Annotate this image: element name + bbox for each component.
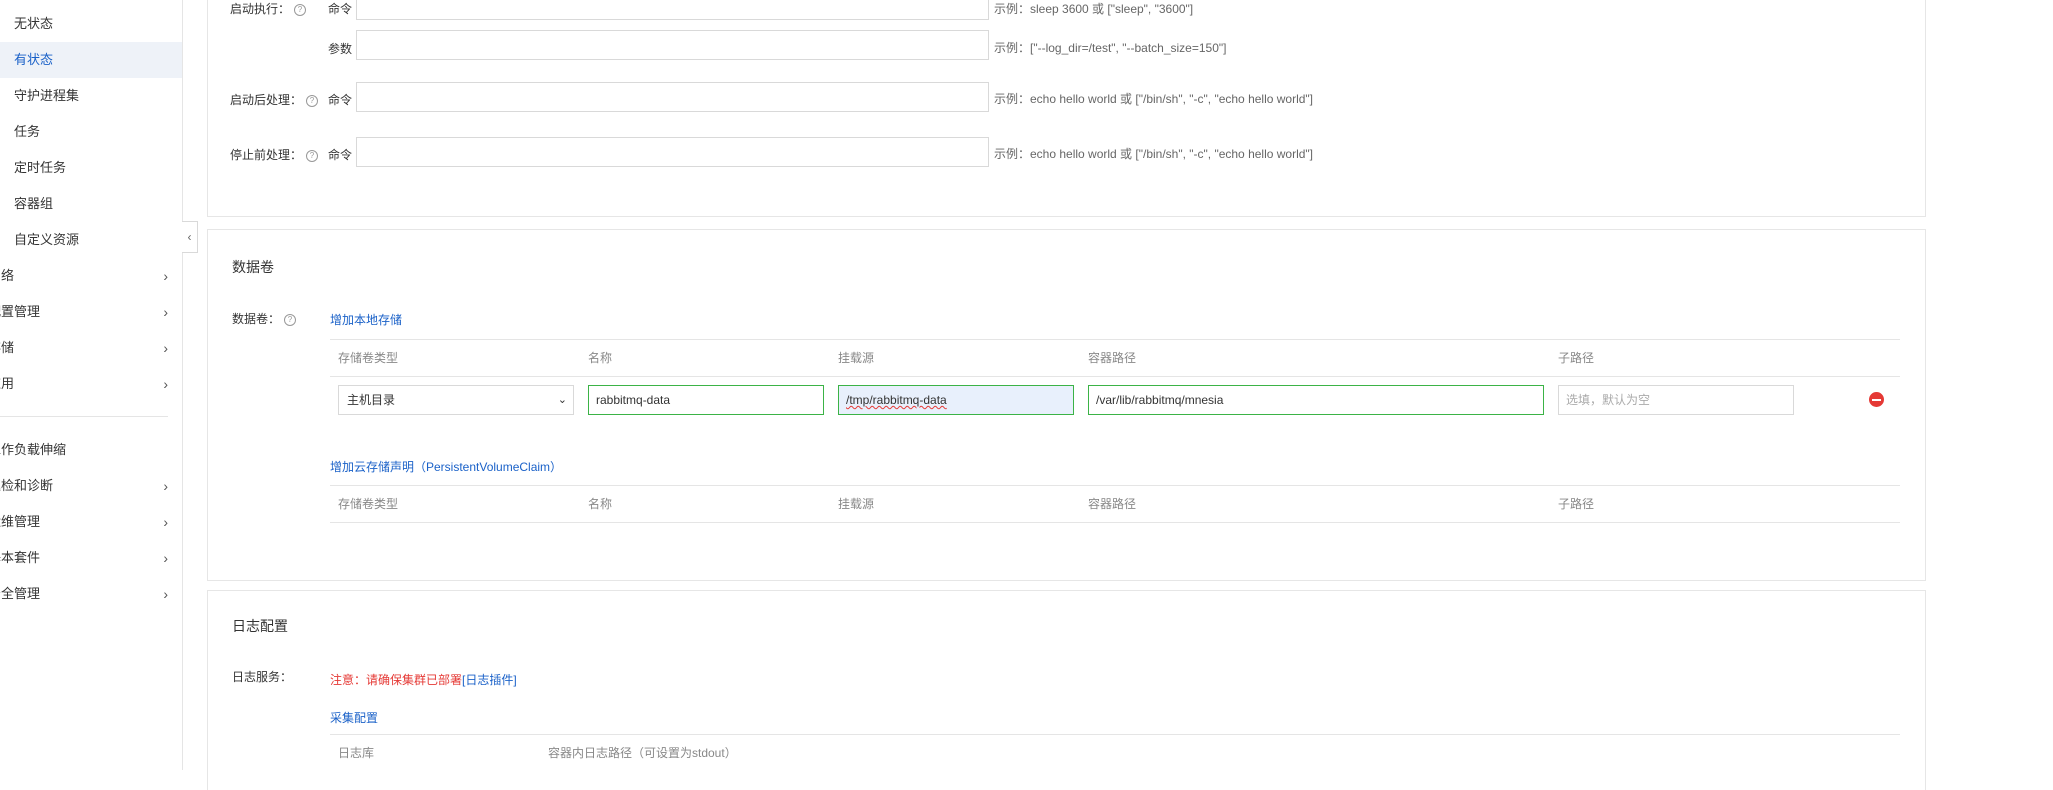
sidebar-item-label: 安全管理: [0, 586, 41, 601]
log-table-header: 日志库 容器内日志路径（可设置为stdout）: [330, 734, 1900, 772]
sidebar-item-label: 运维管理: [0, 514, 41, 529]
chevron-right-icon: ›: [163, 376, 168, 392]
prestop-command-input[interactable]: [356, 137, 989, 167]
chevron-down-icon: ⌄: [557, 394, 567, 406]
column-header: 名称: [588, 351, 613, 365]
volume-name-input[interactable]: rabbitmq-data: [588, 385, 824, 415]
volume-type-select[interactable]: 主机目录 ⌄: [338, 385, 574, 415]
sidebar-item-label: 任务: [14, 124, 41, 139]
question-circle-icon[interactable]: ?: [284, 314, 297, 326]
start-command-input[interactable]: [356, 0, 989, 20]
sidebar-item-config[interactable]: 配置管理 ›: [0, 294, 170, 330]
local-storage-table-header: 存储卷类型 名称 挂载源 容器路径 子路径: [330, 339, 1900, 377]
sidebar-item-cronjobs[interactable]: 定时任务: [0, 150, 182, 186]
command-label: 命令: [328, 148, 353, 162]
log-plugin-warning: 注意：请确保集群已部署[日志插件]: [330, 673, 517, 687]
start-args-hint: 示例：["--log_dir=/test", "--batch_size=150…: [994, 41, 1227, 55]
chevron-left-icon: ‹: [187, 230, 192, 244]
minus-circle-icon[interactable]: [1869, 392, 1884, 407]
column-header: 名称: [588, 497, 613, 511]
log-plugin-link[interactable]: [日志插件]: [462, 673, 517, 687]
volumes-section-title: 数据卷: [232, 259, 274, 275]
column-header: 子路径: [1558, 351, 1595, 365]
column-header: 存储卷类型: [338, 351, 399, 365]
pvc-table-header: 存储卷类型 名称 挂载源 容器路径 子路径: [330, 485, 1900, 523]
column-header: 容器路径: [1088, 497, 1137, 511]
start-exec-label: 启动执行：?: [230, 0, 307, 17]
sidebar-item-label: 基本套件: [0, 550, 41, 565]
sidebar-item-jobs[interactable]: 任务: [0, 114, 182, 150]
lifecycle-panel: 启动执行：? 命令 示例：sleep 3600 或 ["sleep", "360…: [207, 0, 1926, 217]
start-args-input[interactable]: [356, 30, 989, 60]
sidebar-item-security[interactable]: 安全管理 ›: [0, 576, 170, 612]
sidebar-item-label: 网络: [0, 268, 15, 283]
container-path-input[interactable]: /var/lib/rabbitmq/mnesia: [1088, 385, 1544, 415]
sidebar-item-pods[interactable]: 容器组: [0, 186, 182, 222]
chevron-right-icon: ›: [163, 550, 168, 566]
sidebar-item-autoscaling[interactable]: 工作负载伸缩: [0, 432, 170, 468]
chevron-right-icon: ›: [163, 586, 168, 602]
sidebar-item-label: 定时任务: [14, 160, 67, 175]
sidebar-item-label: 容器组: [14, 196, 54, 211]
sidebar-item-label: 巡检和诊断: [0, 478, 54, 493]
sidebar-item-label: 工作负载伸缩: [0, 442, 67, 457]
sidebar-divider: [0, 416, 168, 417]
column-header: 子路径: [1558, 497, 1595, 511]
start-command-hint: 示例：sleep 3600 或 ["sleep", "3600"]: [994, 2, 1194, 16]
mount-source-value: /tmp/rabbitmq-data: [846, 393, 947, 407]
question-circle-icon[interactable]: ?: [306, 150, 319, 162]
sidebar-item-inspection[interactable]: 巡检和诊断 ›: [0, 468, 170, 504]
logging-panel: 日志配置 日志服务： 注意：请确保集群已部署[日志插件] 采集配置 日志库 容器…: [207, 590, 1926, 790]
column-header: 日志库: [338, 746, 375, 760]
sidebar-item-custom-resources[interactable]: 自定义资源: [0, 222, 182, 258]
sidebar-item-label: 无状态: [14, 16, 54, 31]
sidebar-item-label: 应用: [0, 376, 15, 391]
poststart-hint: 示例：echo hello world 或 ["/bin/sh", "-c", …: [994, 92, 1314, 106]
subpath-input[interactable]: 选填，默认为空: [1558, 385, 1794, 415]
sidebar-item-addons[interactable]: 基本套件 ›: [0, 540, 170, 576]
volumes-field-label: 数据卷：?: [232, 310, 297, 327]
question-circle-icon[interactable]: ?: [306, 95, 319, 107]
logging-section-title: 日志配置: [232, 618, 288, 634]
prestop-label: 停止前处理：?: [230, 146, 319, 163]
chevron-right-icon: ›: [163, 514, 168, 530]
chevron-right-icon: ›: [163, 268, 168, 284]
sidebar-item-stateful[interactable]: 有状态: [0, 42, 182, 78]
command-label: 命令: [328, 93, 353, 107]
sidebar-item-storage[interactable]: 存储 ›: [0, 330, 170, 366]
volumes-panel: 数据卷 数据卷：? 增加本地存储 存储卷类型 名称 挂载源 容器路径 子路径 主…: [207, 229, 1926, 581]
sidebar-collapse-button[interactable]: ‹: [182, 221, 198, 253]
sidebar-item-daemonset[interactable]: 守护进程集: [0, 78, 182, 114]
mount-source-input[interactable]: /tmp/rabbitmq-data: [838, 385, 1074, 415]
sidebar-item-apps[interactable]: 应用 ›: [0, 366, 170, 402]
column-header: 挂载源: [838, 351, 875, 365]
collect-config-link[interactable]: 采集配置: [330, 709, 378, 726]
log-service-label: 日志服务：: [232, 670, 293, 684]
poststart-label: 启动后处理：?: [230, 91, 319, 108]
sidebar-item-ops[interactable]: 运维管理 ›: [0, 504, 170, 540]
sidebar-item-label: 守护进程集: [14, 88, 80, 103]
volume-type-value: 主机目录: [347, 393, 396, 407]
column-header: 容器路径: [1088, 351, 1137, 365]
chevron-right-icon: ›: [163, 478, 168, 494]
sidebar-item-network[interactable]: 网络 ›: [0, 258, 170, 294]
sidebar-item-label: 自定义资源: [14, 232, 80, 247]
sidebar-item-stateless[interactable]: 无状态: [0, 6, 182, 42]
sidebar-item-label: 存储: [0, 340, 15, 355]
poststart-command-input[interactable]: [356, 82, 989, 112]
sidebar-item-label: 配置管理: [0, 304, 41, 319]
column-header: 存储卷类型: [338, 497, 399, 511]
prestop-hint: 示例：echo hello world 或 ["/bin/sh", "-c", …: [994, 147, 1314, 161]
column-header: 挂载源: [838, 497, 875, 511]
sidebar: 无状态 有状态 守护进程集 任务 定时任务 容器组 自定义资源 网络 › 配置管理…: [0, 0, 183, 770]
chevron-right-icon: ›: [163, 340, 168, 356]
add-pvc-link[interactable]: 增加云存储声明（PersistentVolumeClaim）: [330, 458, 562, 475]
args-label: 参数: [328, 42, 353, 56]
question-circle-icon[interactable]: ?: [294, 4, 307, 16]
command-label: 命令: [328, 2, 353, 16]
column-header: 容器内日志路径（可设置为stdout）: [548, 746, 737, 760]
chevron-right-icon: ›: [163, 304, 168, 320]
add-local-storage-link[interactable]: 增加本地存储: [330, 311, 402, 328]
sidebar-item-label: 有状态: [14, 52, 54, 67]
